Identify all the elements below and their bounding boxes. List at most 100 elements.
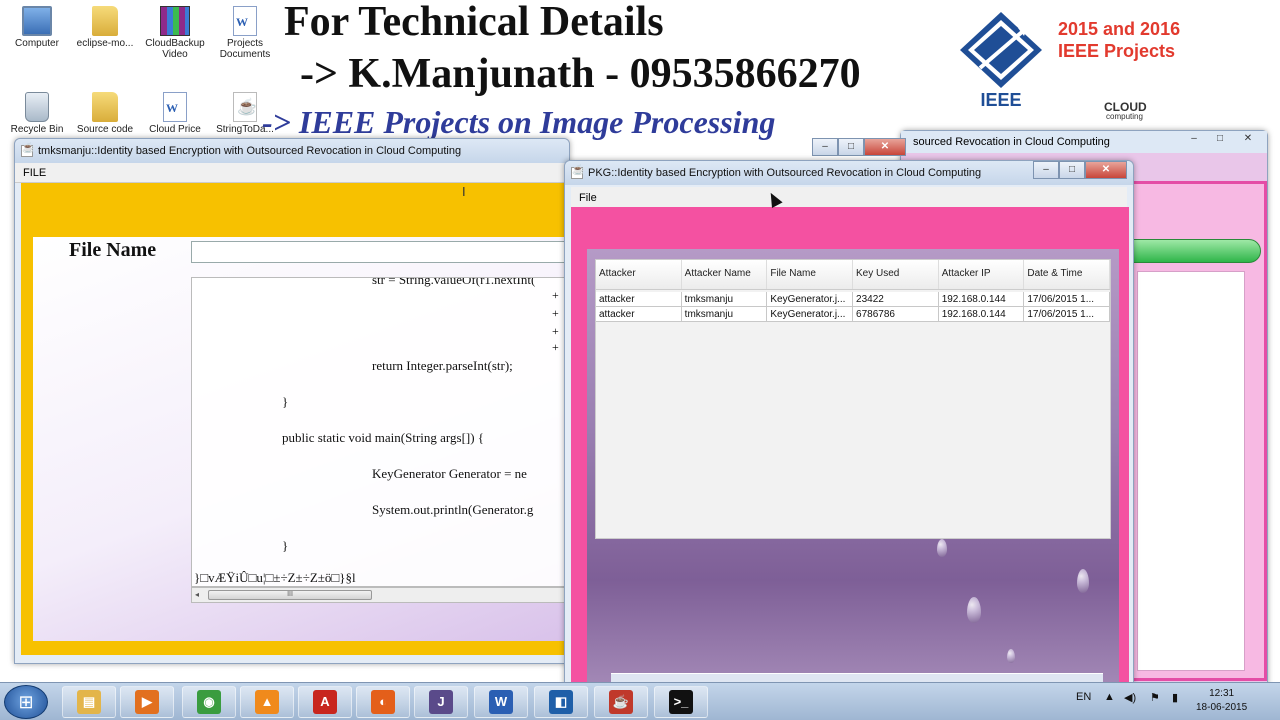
java-icon bbox=[21, 143, 34, 157]
vlc-icon: ▲ bbox=[255, 690, 279, 714]
table-cell: 192.168.0.144 bbox=[939, 307, 1025, 321]
table-cell: KeyGenerator.j... bbox=[767, 307, 854, 321]
media-player-icon: ▶ bbox=[135, 690, 159, 714]
close-button[interactable]: ✕ bbox=[1085, 161, 1127, 179]
show-hidden-icons-icon[interactable]: ▲ bbox=[1104, 691, 1115, 703]
clock-time: 12:31 bbox=[1209, 688, 1235, 699]
scroll-left-icon[interactable]: ◂ bbox=[195, 590, 199, 599]
recycle-bin-icon bbox=[25, 92, 49, 122]
plus-marker: + bbox=[552, 324, 559, 338]
taskbar-remote-app-button[interactable]: ◧ bbox=[534, 686, 588, 718]
taskbar-explorer-button[interactable]: ▤ bbox=[62, 686, 116, 718]
table-cell: tmksmanju bbox=[682, 307, 768, 321]
language-indicator[interactable]: EN bbox=[1076, 691, 1091, 703]
desktop-icon-computer[interactable]: Computer bbox=[4, 6, 70, 49]
file-name-input[interactable] bbox=[191, 241, 565, 263]
column-header[interactable]: Attacker bbox=[596, 260, 682, 289]
taskbar: ⊞ ▤ ▶ ◉ ▲ A ◐ J W ◧ ☕ >_ EN ▲ ◀) ⚑ ▮ 12:31 18-06-2… bbox=[0, 682, 1280, 720]
plus-marker: + bbox=[552, 288, 559, 302]
code-line: str = String.valueOf(r1.nextInt( bbox=[372, 277, 536, 287]
file-name-label: File Name bbox=[69, 239, 157, 261]
desktop-icon-projects[interactable]: Projects Documents bbox=[212, 6, 278, 60]
user-window[interactable]: tmksmanju::Identity based Encryption wit… bbox=[14, 138, 570, 664]
ieee-logo-text: IEEE bbox=[980, 90, 1021, 110]
column-header[interactable]: File Name bbox=[767, 260, 854, 289]
desktop-icon-source-code[interactable]: Source code bbox=[72, 92, 138, 135]
window-title: PKG::Identity based Encryption with Outs… bbox=[588, 167, 982, 179]
maximize-button[interactable]: □ bbox=[1207, 131, 1233, 149]
desktop-icon-eclipse[interactable]: eclipse-mo... bbox=[72, 6, 138, 49]
horizontal-scrollbar[interactable]: ◂ III bbox=[191, 587, 565, 603]
taskbar-word-button[interactable]: W bbox=[474, 686, 528, 718]
window-body: Attacker Attacker Name File Name Key Use… bbox=[571, 207, 1129, 691]
system-clock[interactable]: 12:31 18-06-2015 bbox=[1196, 687, 1247, 715]
taskbar-chrome-button[interactable]: ◉ bbox=[182, 686, 236, 718]
java-icon: ☕ bbox=[609, 690, 633, 714]
minimize-button[interactable]: – bbox=[812, 138, 838, 156]
menu-file[interactable]: File bbox=[571, 187, 1127, 209]
menu-file[interactable]: FILE bbox=[15, 163, 569, 183]
table-cell: attacker bbox=[596, 292, 682, 306]
desktop-icon-cloud-price[interactable]: Cloud Price bbox=[142, 92, 208, 135]
content-panel bbox=[1137, 271, 1245, 671]
ieee-projects-text: 2015 and 2016 IEEE Projects bbox=[1058, 18, 1180, 62]
word-document-icon bbox=[233, 6, 257, 36]
table-cell: 17/06/2015 1... bbox=[1024, 307, 1111, 321]
chrome-icon: ◉ bbox=[197, 690, 221, 714]
network-icon[interactable]: ▮ bbox=[1172, 691, 1178, 704]
close-button[interactable]: ✕ bbox=[1233, 131, 1263, 149]
desktop-icon-label: Computer bbox=[15, 38, 59, 49]
desktop-icon-recycle-bin[interactable]: Recycle Bin bbox=[4, 92, 70, 135]
table-header: Attacker Attacker Name File Name Key Use… bbox=[596, 260, 1111, 290]
minimize-button[interactable]: – bbox=[1181, 131, 1207, 149]
volume-icon[interactable]: ◀) bbox=[1124, 691, 1136, 704]
pkg-window[interactable]: PKG::Identity based Encryption with Outs… bbox=[564, 160, 1134, 691]
banner-subheading: -> IEEE Projects on Image Processing bbox=[262, 104, 776, 140]
code-line: KeyGenerator Generator = ne bbox=[372, 466, 527, 481]
close-button[interactable]: ✕ bbox=[864, 138, 906, 156]
window-controls: – □ ✕ bbox=[1033, 161, 1127, 179]
explorer-icon: ▤ bbox=[77, 690, 101, 714]
flag-icon[interactable]: ⚑ bbox=[1150, 691, 1160, 704]
firefox-icon: ◐ bbox=[371, 690, 395, 714]
taskbar-firefox-button[interactable]: ◐ bbox=[356, 686, 410, 718]
ieee-projects-line2: IEEE Projects bbox=[1058, 41, 1176, 61]
water-drop bbox=[1007, 649, 1015, 663]
remote-app-icon: ◧ bbox=[549, 690, 573, 714]
folder-icon bbox=[92, 92, 118, 122]
computer-icon bbox=[22, 6, 52, 36]
code-line: } bbox=[282, 538, 289, 553]
java-ee-ide-icon: J bbox=[429, 690, 453, 714]
maximize-button[interactable]: □ bbox=[838, 138, 864, 156]
table-row[interactable]: attacker tmksmanju KeyGenerator.j... 678… bbox=[596, 307, 1111, 322]
taskbar-media-player-button[interactable]: ▶ bbox=[120, 686, 174, 718]
table-row[interactable]: attacker tmksmanju KeyGenerator.j... 234… bbox=[596, 292, 1111, 307]
desktop-icon-cloudbackup[interactable]: CloudBackup Video bbox=[142, 6, 208, 60]
taskbar-cmd-button[interactable]: >_ bbox=[654, 686, 708, 718]
text-cursor-icon: I bbox=[462, 184, 466, 199]
java-icon bbox=[571, 165, 584, 179]
table-cell: 192.168.0.144 bbox=[939, 292, 1025, 306]
desktop-icon-label: Source code bbox=[76, 124, 134, 135]
column-header[interactable]: Attacker Name bbox=[682, 260, 768, 289]
code-line: return Integer.parseInt(str); bbox=[372, 358, 513, 373]
column-header[interactable]: Attacker IP bbox=[939, 260, 1025, 289]
maximize-button[interactable]: □ bbox=[1059, 161, 1085, 179]
plus-marker: + bbox=[552, 306, 559, 320]
file-content-textarea[interactable]: str = String.valueOf(r1.nextInt( + + + +… bbox=[191, 277, 565, 587]
table-cell: 6786786 bbox=[853, 307, 939, 321]
start-button[interactable]: ⊞ bbox=[4, 685, 48, 719]
minimize-button[interactable]: – bbox=[1033, 161, 1059, 179]
taskbar-java-ee-ide-button[interactable]: J bbox=[414, 686, 468, 718]
scroll-thumb[interactable]: III bbox=[208, 590, 372, 600]
taskbar-java-button[interactable]: ☕ bbox=[594, 686, 648, 718]
desktop-icon-label: Recycle Bin bbox=[10, 124, 64, 135]
attacker-table[interactable]: Attacker Attacker Name File Name Key Use… bbox=[595, 259, 1111, 539]
table-cell: KeyGenerator.j... bbox=[767, 292, 854, 306]
column-header[interactable]: Date & Time bbox=[1024, 260, 1111, 289]
progress-bar bbox=[1133, 239, 1261, 263]
acrobat-icon: A bbox=[313, 690, 337, 714]
taskbar-acrobat-button[interactable]: A bbox=[298, 686, 352, 718]
taskbar-vlc-button[interactable]: ▲ bbox=[240, 686, 294, 718]
column-header[interactable]: Key Used bbox=[853, 260, 939, 289]
